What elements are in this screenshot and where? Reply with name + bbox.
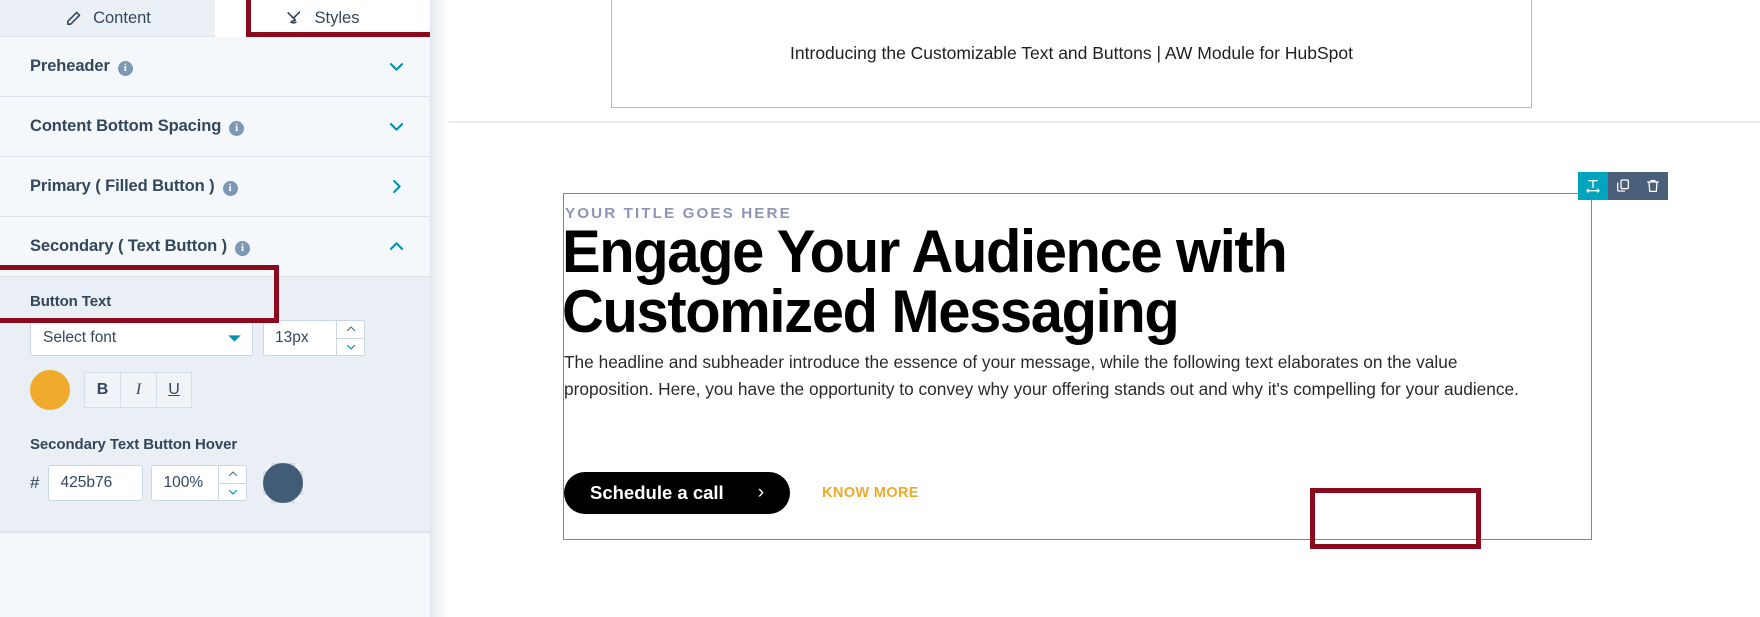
hover-color-preview	[263, 463, 304, 503]
panel-divider	[431, 0, 449, 617]
info-icon[interactable]: i	[117, 61, 133, 76]
pencil-icon	[64, 9, 82, 27]
section-primary-filled-button[interactable]: Primary ( Filled Button ) i	[0, 157, 430, 217]
bold-button[interactable]: B	[84, 372, 120, 408]
font-size-control	[263, 320, 365, 356]
preview-module-header[interactable]: AW Introducing the Customizable Text and…	[611, 0, 1532, 108]
info-icon[interactable]: i	[222, 181, 238, 196]
tab-content-label: Content	[93, 8, 151, 27]
module-edit-toolbar	[1578, 172, 1668, 200]
duplicate-icon[interactable]	[1608, 172, 1638, 200]
style-sections: Preheader i Content Bottom Spacing i Pri…	[0, 37, 430, 572]
tab-styles-label: Styles	[314, 8, 360, 27]
section-content-bottom-spacing-title: Content Bottom Spacing	[30, 117, 222, 135]
chevron-down-icon	[387, 117, 406, 136]
preview-module-caption: Introducing the Customizable Text and Bu…	[790, 43, 1353, 63]
secondary-text-button-hover-label: Secondary Text Button Hover	[30, 436, 238, 453]
text-style-row: B I U	[30, 370, 400, 410]
font-family-value: Select font	[43, 329, 117, 346]
hover-opacity-increment-button[interactable]	[219, 466, 247, 484]
button-text-label: Button Text	[30, 293, 112, 310]
hash-symbol: #	[30, 473, 40, 492]
chevron-right-icon	[387, 177, 406, 196]
font-family-select[interactable]: Select font	[30, 320, 253, 356]
chevron-up-icon	[387, 237, 406, 256]
chevron-down-icon	[227, 331, 242, 346]
chevron-down-icon	[387, 57, 406, 76]
font-controls-row: Select font	[30, 320, 400, 356]
italic-button[interactable]: I	[120, 372, 156, 408]
text-color-swatch[interactable]	[30, 370, 70, 410]
section-content-bottom-spacing[interactable]: Content Bottom Spacing i	[0, 97, 430, 157]
hover-color-row: #	[30, 463, 400, 503]
sidebar-footer	[0, 532, 430, 572]
sidebar-tabs: Content Styles	[0, 0, 430, 37]
font-size-increment-button[interactable]	[337, 321, 364, 339]
font-size-decrement-button[interactable]	[337, 338, 364, 355]
hover-hex-input[interactable]	[48, 465, 144, 501]
hover-opacity-input[interactable]	[151, 465, 219, 501]
secondary-text-button-panel: Button Text Select font 13px B I U Secon…	[0, 277, 430, 532]
card-body-text: The headline and subheader introduce the…	[564, 352, 1519, 399]
hover-opacity-stepper	[218, 465, 248, 501]
card-button-row: Schedule a call › KNOW MORE	[564, 472, 921, 514]
app-root: Content Styles Preheader i Content Botto…	[0, 0, 1760, 617]
card-headline: Engage Your Audience with Customized Mes…	[562, 218, 1288, 345]
section-secondary-text-button[interactable]: Secondary ( Text Button ) i	[0, 217, 430, 277]
info-icon[interactable]: i	[235, 241, 251, 256]
section-preheader-title: Preheader	[30, 57, 110, 75]
schedule-a-call-button[interactable]: Schedule a call ›	[564, 472, 791, 514]
paintbrush-icon	[286, 9, 304, 27]
tab-content[interactable]: Content	[0, 0, 215, 37]
section-secondary-text-button-title: Secondary ( Text Button )	[30, 237, 228, 255]
email-preview-canvas: AW Introducing the Customizable Text and…	[449, 0, 1760, 617]
info-icon[interactable]: i	[229, 121, 245, 136]
delete-icon[interactable]	[1638, 172, 1668, 200]
section-primary-filled-button-title: Primary ( Filled Button )	[30, 177, 215, 195]
tab-styles[interactable]: Styles	[215, 0, 430, 37]
styles-sidebar: Content Styles Preheader i Content Botto…	[0, 0, 431, 617]
schedule-a-call-label: Schedule a call	[590, 482, 724, 503]
hover-opacity-control	[151, 465, 248, 501]
preview-card-module[interactable]: YOUR TITLE GOES HERE Engage Your Audienc…	[562, 193, 1592, 540]
font-size-stepper	[336, 320, 365, 356]
chevron-right-icon: ›	[757, 482, 765, 503]
move-resize-icon[interactable]	[1578, 172, 1608, 200]
section-preheader[interactable]: Preheader i	[0, 37, 430, 97]
section-divider-secondary	[449, 122, 1760, 123]
format-button-group: B I U	[84, 372, 192, 408]
know-more-button[interactable]: KNOW MORE	[820, 479, 921, 507]
font-size-input[interactable]	[263, 320, 336, 356]
underline-button[interactable]: U	[156, 372, 192, 408]
hover-opacity-decrement-button[interactable]	[219, 483, 247, 500]
